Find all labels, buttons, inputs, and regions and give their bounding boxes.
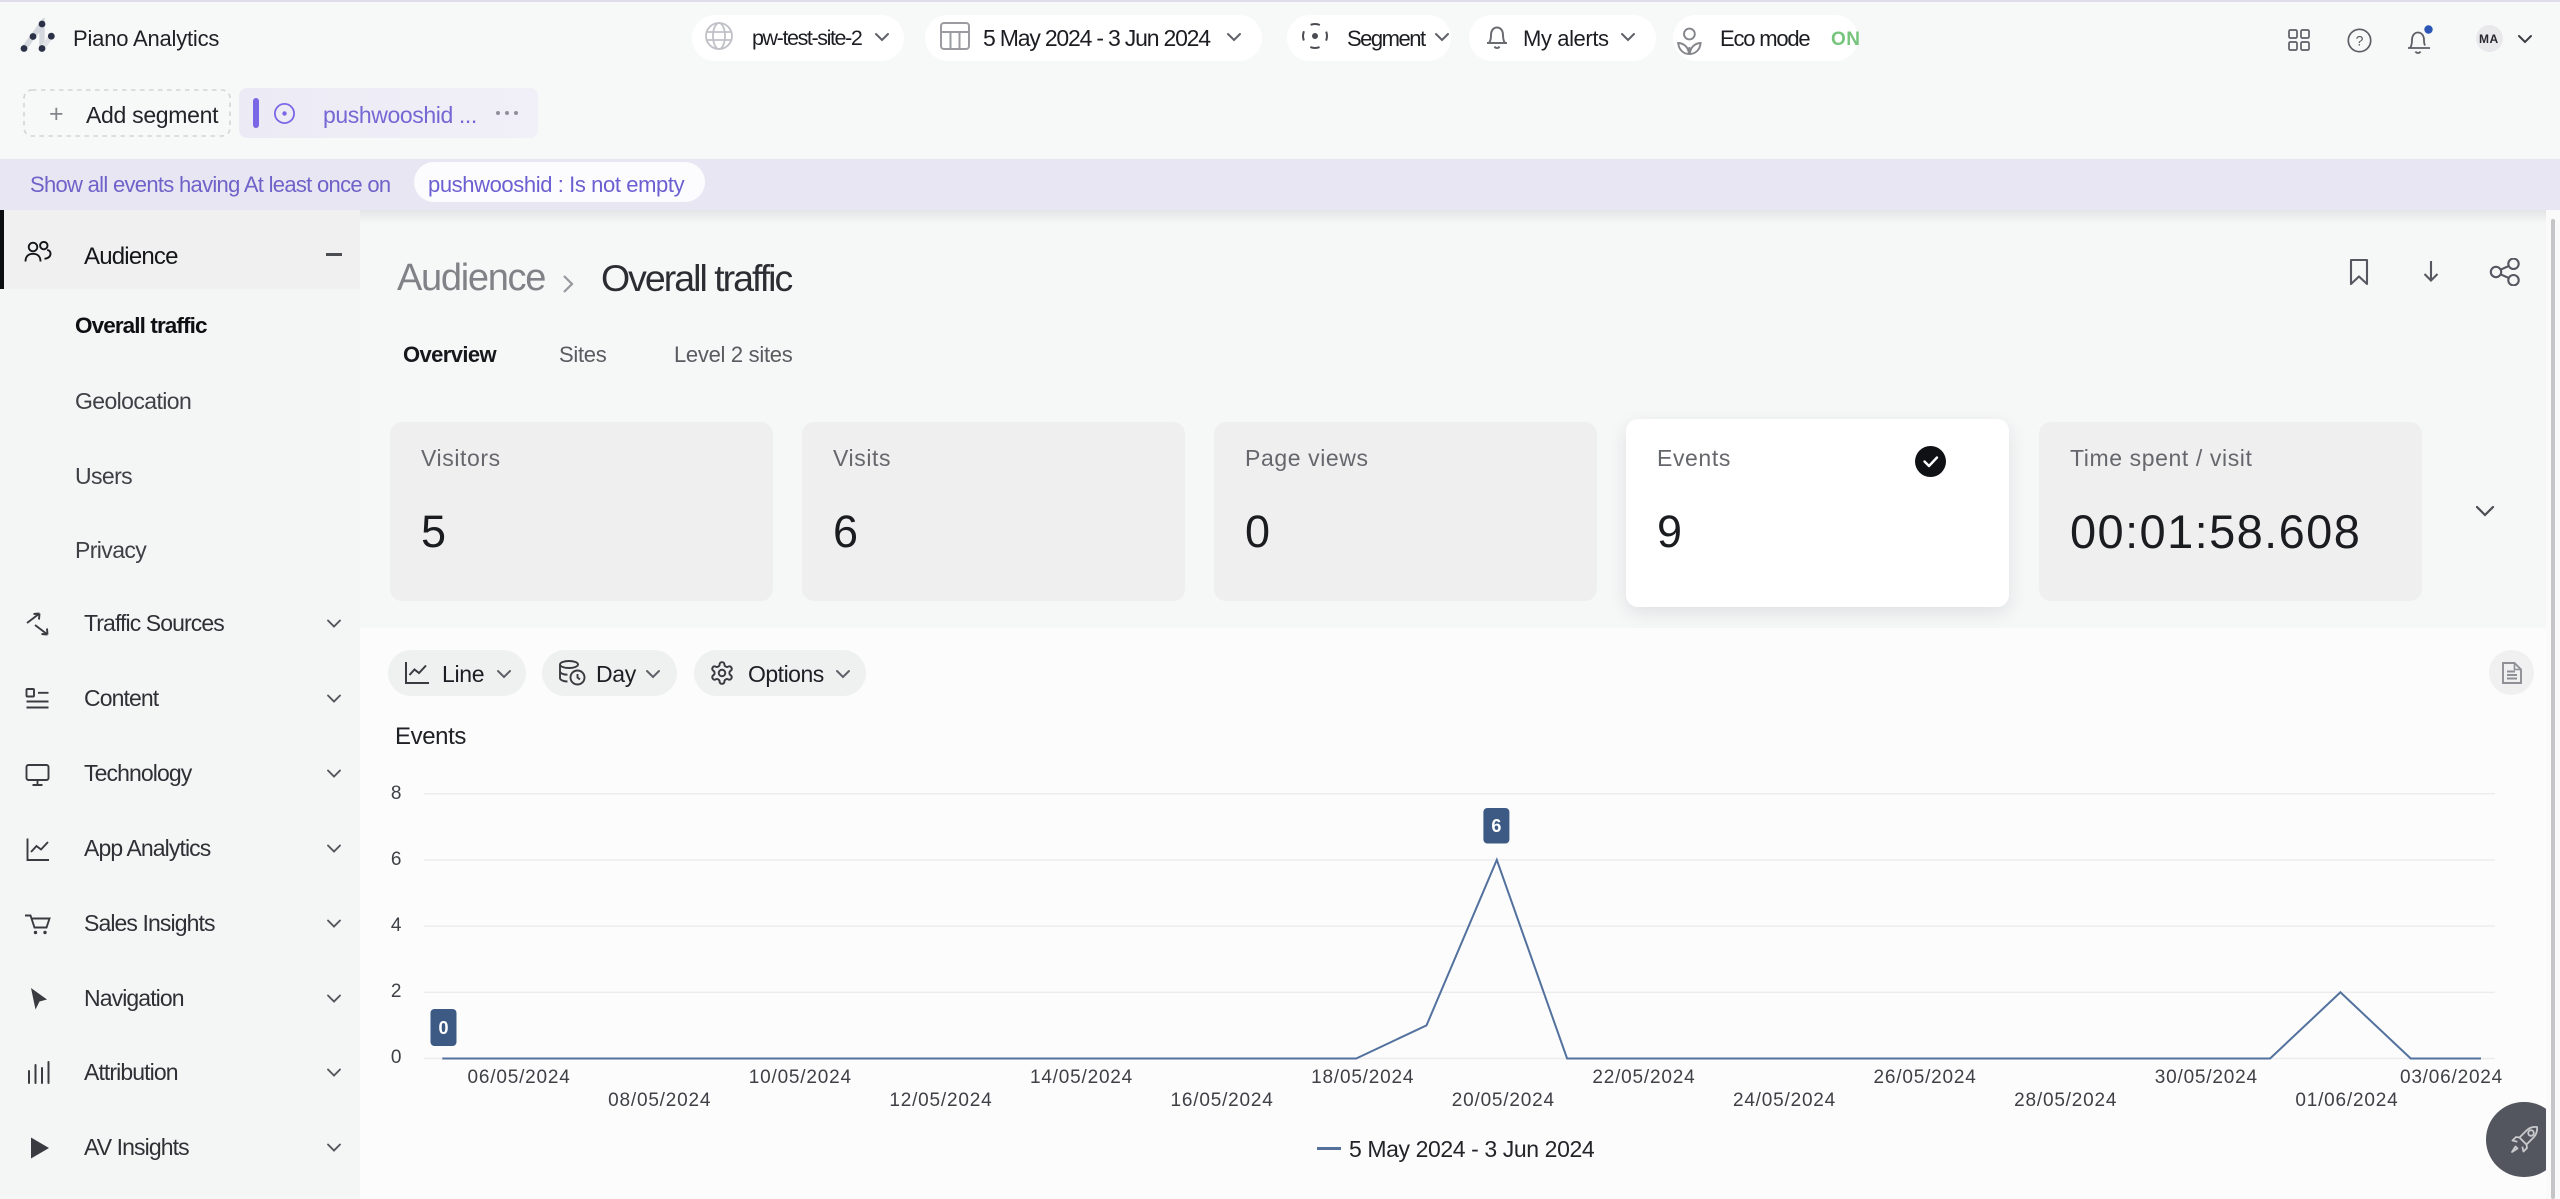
svg-text:0: 0	[438, 1018, 448, 1038]
svg-text:6: 6	[1491, 816, 1501, 836]
svg-text:?: ?	[2356, 32, 2364, 48]
